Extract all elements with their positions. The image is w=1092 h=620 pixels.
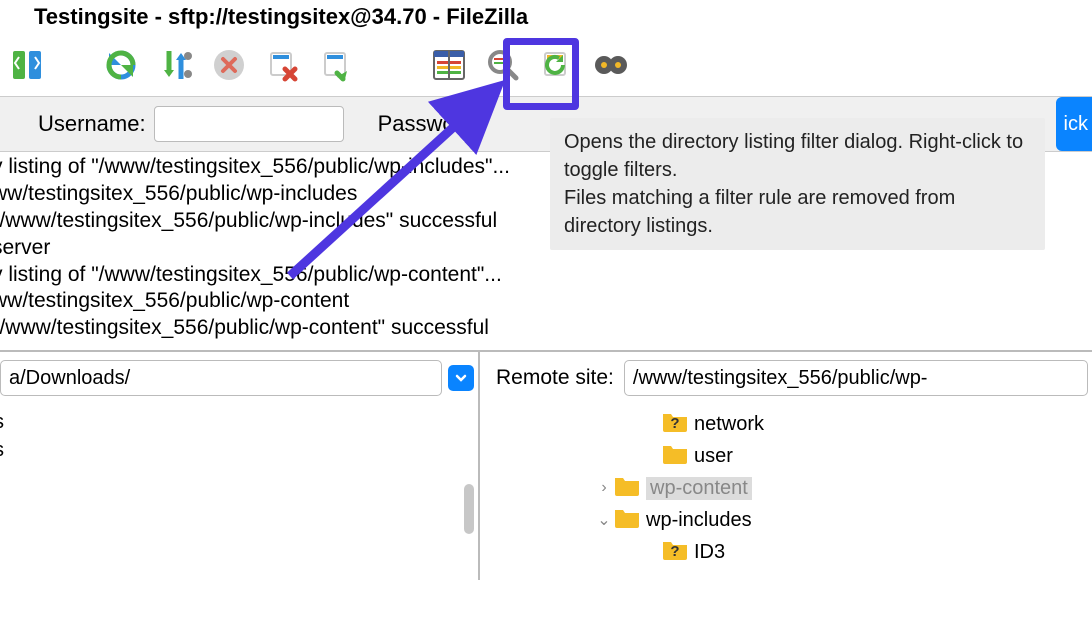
disclosure-icon[interactable]: ⌄ — [594, 510, 614, 530]
log-line: "/www/testingsitex_556/public/wp-content… — [0, 315, 1092, 342]
tree-item[interactable]: ? network — [492, 408, 1092, 440]
compare-button[interactable] — [586, 41, 636, 89]
folder-icon: ? — [662, 538, 694, 566]
tree-label: wp-includes — [646, 509, 752, 532]
disconnect-button[interactable] — [258, 41, 308, 89]
annotation-highlight — [503, 38, 579, 110]
folder-icon — [614, 474, 646, 502]
folder-icon — [614, 506, 646, 534]
tree-item[interactable]: › wp-content — [492, 472, 1092, 504]
window-title: Testingsite - sftp://testingsitex@34.70 … — [0, 0, 1092, 34]
svg-text:?: ? — [670, 543, 679, 560]
tree-item[interactable]: ? ID3 — [492, 536, 1092, 568]
tooltip: Opens the directory listing filter dialo… — [550, 118, 1045, 250]
tooltip-line: Opens the directory listing filter dialo… — [564, 128, 1031, 184]
tree-label: wp-content — [646, 477, 752, 500]
svg-text:?: ? — [670, 415, 679, 432]
local-tree[interactable]: s s — [0, 404, 478, 464]
tree-label: network — [694, 413, 764, 436]
folder-icon — [662, 442, 694, 470]
quickconnect-button[interactable]: ick — [1056, 97, 1092, 151]
remote-pane: Remote site: ? network user › wp-content ⌄ wp-… — [480, 352, 1092, 580]
filter-dialog-button[interactable] — [424, 41, 474, 89]
log-line: y listing of "/www/testingsitex_556/publ… — [0, 262, 1092, 289]
log-line: ww/testingsitex_556/public/wp-content — [0, 288, 1092, 315]
password-label: Password: — [344, 111, 489, 137]
username-input[interactable] — [154, 106, 344, 142]
local-path-input[interactable] — [0, 360, 442, 396]
username-label: Username: — [0, 111, 154, 137]
scrollbar-thumb[interactable] — [464, 484, 474, 534]
remote-path-input[interactable] — [624, 360, 1088, 396]
local-path-dropdown[interactable] — [448, 365, 474, 391]
tree-item[interactable]: ⌄ wp-includes — [492, 504, 1092, 536]
remote-tree[interactable]: ? network user › wp-content ⌄ wp-includes? ID3 — [492, 404, 1092, 580]
file-panes: s s Remote site: ? network user › wp-content… — [0, 350, 1092, 580]
disclosure-icon[interactable]: › — [594, 479, 614, 497]
cancel-button[interactable] — [204, 41, 254, 89]
site-manager-button[interactable] — [2, 41, 52, 89]
processing-queue-button[interactable] — [150, 41, 200, 89]
tree-label: ID3 — [694, 541, 725, 564]
folder-icon: ? — [662, 410, 694, 438]
tree-item[interactable]: user — [492, 440, 1092, 472]
remote-site-label: Remote site: — [496, 366, 614, 390]
tooltip-line: Files matching a filter rule are removed… — [564, 184, 1031, 240]
tree-label: user — [694, 445, 733, 468]
local-pane: s s — [0, 352, 480, 580]
reconnect-button[interactable] — [312, 41, 362, 89]
refresh-button[interactable] — [96, 41, 146, 89]
